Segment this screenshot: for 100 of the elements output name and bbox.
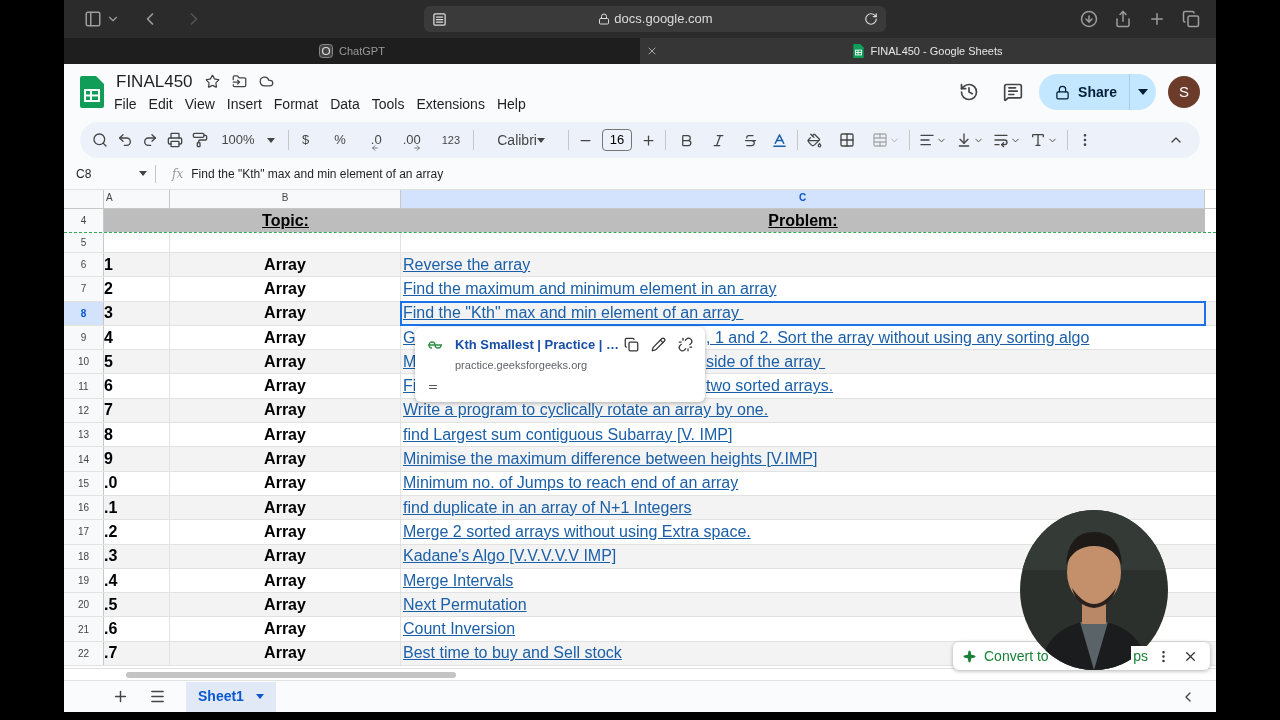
horizontal-scrollbar[interactable] (126, 671, 456, 678)
link-title[interactable]: Kth Smallest | Practice | … (455, 335, 620, 355)
download-icon[interactable] (1080, 10, 1098, 28)
font-size-field[interactable]: 16 (602, 129, 633, 151)
all-sheets-icon[interactable] (149, 688, 166, 705)
decrease-decimal-button[interactable]: .0 (366, 126, 386, 154)
problem-link[interactable]: Fi (403, 377, 417, 395)
menu-item[interactable]: Data (330, 94, 360, 116)
problem-link[interactable]: M (403, 352, 417, 370)
document-title[interactable]: FINAL450 (116, 68, 193, 95)
menu-item[interactable]: View (184, 94, 215, 116)
row-header[interactable]: 18 (64, 544, 104, 568)
move-folder-icon[interactable] (231, 74, 247, 89)
tabs-overview-icon[interactable] (1182, 10, 1200, 28)
problem-link[interactable]: find Largest sum contiguous Subarray [V. IMP] (403, 422, 733, 447)
comment-icon[interactable] (1003, 82, 1024, 102)
row-header[interactable]: 7 (64, 277, 104, 301)
problem-link[interactable]: Count Inversion (403, 617, 516, 642)
menu-item[interactable]: Format (273, 94, 319, 116)
column-header[interactable]: A (104, 190, 170, 208)
row-header[interactable]: 22 (64, 641, 104, 666)
column-header[interactable]: B (170, 190, 401, 208)
problem-link[interactable]: two sorted arrays. (706, 374, 834, 399)
row-header[interactable]: 6 (64, 253, 104, 277)
row-header[interactable]: 8 (64, 301, 104, 325)
problem-link[interactable]: Write a program to cyclically rotate an array by one. (403, 398, 769, 423)
increase-size-icon[interactable] (641, 132, 657, 148)
new-tab-icon[interactable] (1148, 10, 1166, 28)
menu-item[interactable]: Tools (371, 94, 405, 116)
problem-link[interactable]: Kadane's Algo [V.V.V.V.V IMP] (403, 544, 617, 569)
search-icon[interactable] (92, 132, 108, 148)
menu-item[interactable]: Edit (148, 94, 173, 116)
row-header[interactable]: 12 (64, 398, 104, 423)
row-header[interactable]: 4 (64, 209, 104, 232)
add-sheet-icon[interactable] (112, 688, 129, 705)
edit-icon[interactable] (651, 337, 666, 353)
paint-format-icon[interactable] (192, 132, 208, 148)
zoom-dropdown[interactable]: 100% (217, 126, 279, 154)
row-header[interactable]: 9 (64, 325, 104, 350)
borders-icon[interactable] (839, 132, 856, 148)
problem-link[interactable]: Merge 2 sorted arrays without using Extra space. (403, 519, 751, 544)
reload-icon[interactable] (864, 12, 878, 26)
row-header[interactable]: 14 (64, 447, 104, 471)
number-format-button[interactable]: 123 (437, 126, 465, 154)
percent-button[interactable]: % (330, 126, 350, 154)
italic-icon[interactable] (711, 132, 727, 148)
fill-color-icon[interactable] (807, 132, 823, 148)
unlink-icon[interactable] (678, 337, 693, 353)
wrap-icon[interactable] (993, 132, 1010, 148)
reader-icon[interactable] (432, 11, 447, 27)
menu-item[interactable]: Extensions (416, 94, 485, 116)
browser-tab[interactable]: FINAL450 - Google Sheets (640, 38, 1216, 64)
menu-item[interactable]: Insert (226, 94, 262, 116)
formula-field[interactable]: Find the "Kth" max and min element of an array (191, 164, 444, 183)
name-box[interactable]: C8 (64, 164, 156, 183)
print-icon[interactable] (167, 132, 183, 148)
star-icon[interactable] (204, 74, 220, 89)
problem-link[interactable]: Next Permutation (403, 592, 527, 617)
menu-item[interactable]: File (114, 94, 137, 116)
redo-icon[interactable] (142, 132, 158, 148)
sidebar-icon[interactable] (84, 10, 102, 28)
problem-link[interactable]: Reverse the array (403, 252, 531, 277)
problem-link[interactable]: Minimise the maximum difference between heights [V.IMP] (403, 447, 818, 472)
problem-link[interactable]: Minimum no. of Jumps to reach end of an array (403, 471, 739, 496)
menu-item[interactable]: Help (496, 94, 526, 116)
problem-link[interactable]: Best time to buy and Sell stock (403, 641, 622, 666)
problem-link[interactable]: G (403, 328, 416, 346)
row-header[interactable]: 13 (64, 423, 104, 447)
font-dropdown[interactable]: Calibri (483, 126, 560, 154)
sheet-tab[interactable]: Sheet1 (186, 681, 276, 712)
history-icon[interactable] (959, 82, 980, 102)
strikethrough-icon[interactable] (743, 132, 759, 148)
problem-link[interactable]: side of the array (706, 349, 826, 374)
column-header[interactable]: C (401, 190, 1205, 208)
row-header[interactable]: 10 (64, 350, 104, 374)
avatar[interactable]: S (1168, 76, 1200, 108)
row-header[interactable]: 20 (64, 593, 104, 617)
problem-link[interactable]: find duplicate in an array of N+1 Integers (403, 495, 692, 520)
close-tab-icon[interactable] (646, 45, 658, 57)
cloud-icon[interactable] (258, 74, 274, 89)
problem-link[interactable]: Find the maximum and minimum element in an array (403, 276, 777, 301)
text-color-icon[interactable] (771, 131, 789, 149)
address-bar[interactable]: docs.google.com (424, 6, 886, 32)
problem-link[interactable]: , 1 and 2. Sort the array without using any sorting algo (706, 325, 1090, 350)
increase-decimal-button[interactable]: .00 (398, 126, 425, 154)
row-header[interactable]: 11 (64, 374, 104, 398)
problem-link[interactable]: Merge Intervals (403, 568, 514, 593)
merge-cells-icon[interactable] (872, 132, 889, 148)
currency-button[interactable]: $ (298, 126, 314, 154)
row-header[interactable]: 16 (64, 495, 104, 520)
share-icon[interactable] (1114, 10, 1132, 28)
row-header[interactable]: 15 (64, 471, 104, 495)
row-header[interactable]: 5 (64, 233, 104, 252)
rotate-text-icon[interactable] (1030, 132, 1047, 148)
copy-icon[interactable] (624, 337, 639, 353)
align-icon[interactable] (919, 132, 936, 148)
row-header[interactable]: 21 (64, 617, 104, 641)
row-header[interactable]: 17 (64, 520, 104, 544)
row-header[interactable]: 19 (64, 568, 104, 593)
undo-icon[interactable] (117, 132, 133, 148)
